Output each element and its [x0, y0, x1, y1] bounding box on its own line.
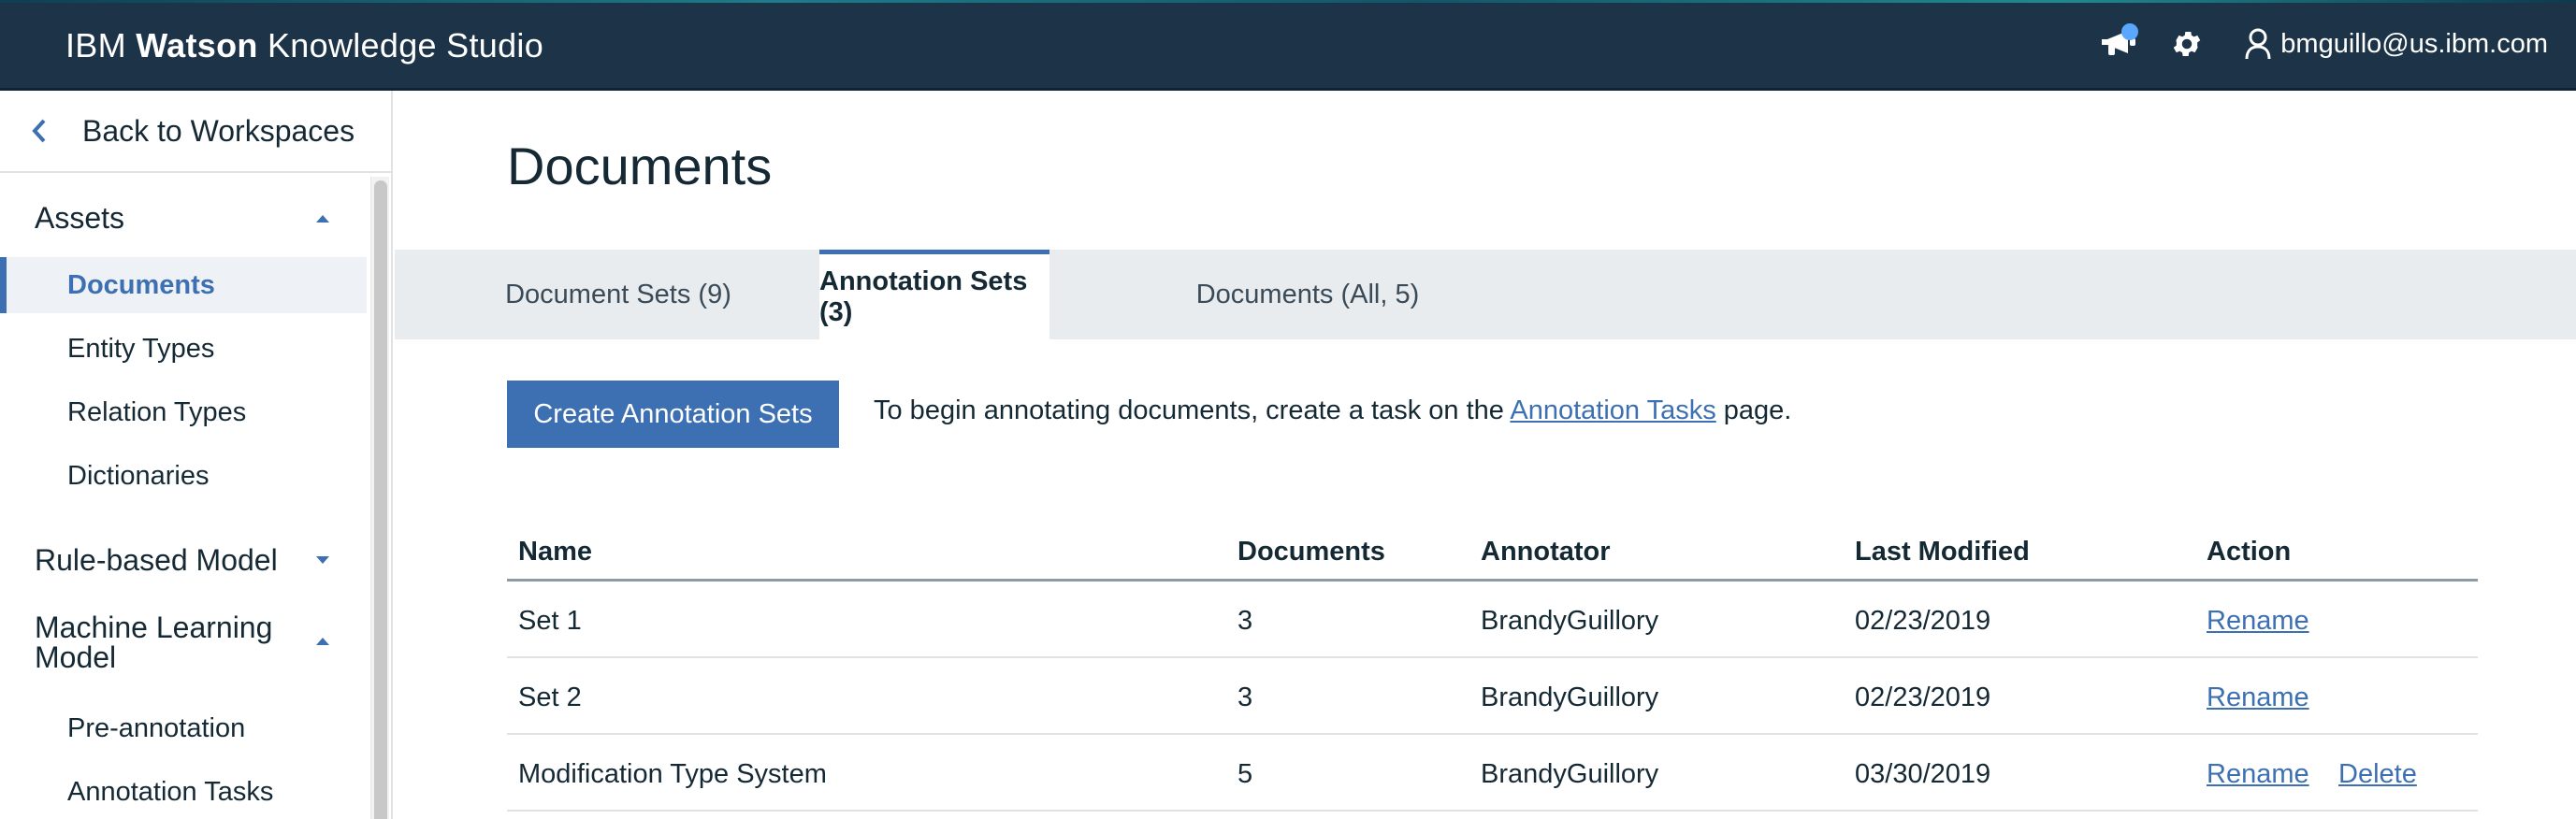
sidebar-scrollbar-thumb[interactable] — [374, 180, 387, 819]
table-row: Set 1 3 BrandyGuillory 02/23/2019 Rename — [507, 582, 2478, 658]
tab-document-sets[interactable]: Document Sets (9) — [498, 250, 739, 339]
sidebar-group-machine-learning-model[interactable]: Machine Learning Model — [0, 612, 367, 672]
sidebar: Back to Workspaces Assets Documents Enti… — [0, 91, 393, 819]
brand-bold: Watson — [136, 26, 258, 65]
hint-text-before: To begin annotating documents, create a … — [874, 395, 1504, 425]
cell-documents: 3 — [1237, 682, 1253, 712]
caret-down-icon — [316, 556, 329, 564]
cell-documents: 3 — [1237, 606, 1253, 636]
delete-link[interactable]: Delete — [2338, 759, 2417, 790]
settings-button[interactable] — [2166, 23, 2207, 65]
sidebar-item-dictionaries[interactable]: Dictionaries — [0, 448, 367, 504]
cell-last-modified: 02/23/2019 — [1855, 606, 1991, 636]
table-row: Modification Type System 5 BrandyGuillor… — [507, 735, 2478, 812]
annotation-hint: To begin annotating documents, create a … — [874, 395, 1791, 426]
sidebar-nav: Assets Documents Entity Types Relation T… — [0, 175, 367, 819]
column-header-annotator[interactable]: Annotator — [1481, 537, 1611, 568]
annotation-tasks-link[interactable]: Annotation Tasks — [1510, 395, 1715, 425]
cell-annotator: BrandyGuillory — [1481, 759, 1659, 789]
cell-annotator: BrandyGuillory — [1481, 682, 1659, 712]
brand-suffix: Knowledge Studio — [268, 26, 544, 65]
cell-name: Set 2 — [518, 682, 582, 712]
hint-text-after: page. — [1723, 395, 1792, 425]
column-header-documents[interactable]: Documents — [1237, 537, 1385, 568]
annotation-sets-table: Name Documents Annotator Last Modified A… — [507, 516, 2478, 812]
cell-last-modified: 03/30/2019 — [1855, 759, 1991, 789]
sidebar-item-relation-types[interactable]: Relation Types — [0, 384, 367, 440]
sidebar-group-label: Assets — [35, 201, 125, 235]
rename-link[interactable]: Rename — [2207, 606, 2309, 637]
back-label: Back to Workspaces — [82, 113, 355, 148]
sidebar-item-documents[interactable]: Documents — [0, 257, 367, 313]
column-header-last-modified[interactable]: Last Modified — [1855, 537, 2030, 568]
cell-name: Modification Type System — [518, 759, 827, 789]
cell-name: Set 1 — [518, 606, 582, 636]
sidebar-group-assets[interactable]: Assets — [0, 203, 367, 233]
column-header-name[interactable]: Name — [518, 537, 592, 568]
top-bar-accent-strip — [0, 0, 2576, 3]
brand-prefix: IBM — [65, 26, 126, 65]
caret-up-icon — [316, 638, 329, 645]
top-bar: IBM Watson Knowledge Studio bmguillo@us.… — [0, 0, 2576, 91]
sidebar-group-rule-based-model[interactable]: Rule-based Model — [0, 545, 367, 575]
cell-documents: 5 — [1237, 759, 1253, 789]
app-title: IBM Watson Knowledge Studio — [65, 26, 543, 65]
caret-up-icon — [316, 215, 329, 223]
user-email: bmguillo@us.ibm.com — [2280, 28, 2548, 59]
sidebar-item-entity-types[interactable]: Entity Types — [0, 321, 367, 377]
tab-bar: Document Sets (9) Annotation Sets (3) Do… — [395, 250, 2576, 339]
notifications-button[interactable] — [2099, 23, 2140, 65]
user-icon — [2245, 28, 2271, 60]
table-row: Set 2 3 BrandyGuillory 02/23/2019 Rename — [507, 658, 2478, 735]
user-menu[interactable]: bmguillo@us.ibm.com — [2245, 28, 2548, 60]
tab-documents-all[interactable]: Documents (All, 5) — [1180, 250, 1435, 339]
gear-icon — [2174, 31, 2201, 57]
header-actions: bmguillo@us.ibm.com — [2099, 21, 2548, 67]
table-header: Name Documents Annotator Last Modified A… — [507, 516, 2478, 582]
sidebar-group-label: Rule-based Model — [35, 543, 278, 577]
create-annotation-sets-button[interactable]: Create Annotation Sets — [507, 381, 839, 448]
tab-annotation-sets[interactable]: Annotation Sets (3) — [819, 250, 1049, 339]
sidebar-scrollbar[interactable] — [370, 177, 389, 819]
cell-last-modified: 02/23/2019 — [1855, 682, 1991, 712]
sidebar-group-label: Machine Learning Model — [35, 611, 273, 674]
column-header-action: Action — [2207, 537, 2292, 567]
rename-link[interactable]: Rename — [2207, 759, 2309, 790]
rename-link[interactable]: Rename — [2207, 682, 2309, 713]
sidebar-item-pre-annotation[interactable]: Pre-annotation — [0, 700, 367, 756]
page-title: Documents — [507, 136, 773, 195]
cell-annotator: BrandyGuillory — [1481, 606, 1659, 636]
main-content: Documents Document Sets (9) Annotation S… — [395, 91, 2576, 819]
sidebar-item-annotation-tasks[interactable]: Annotation Tasks — [0, 764, 367, 819]
back-to-workspaces-link[interactable]: Back to Workspaces — [0, 91, 393, 173]
chevron-left-icon — [30, 118, 67, 144]
